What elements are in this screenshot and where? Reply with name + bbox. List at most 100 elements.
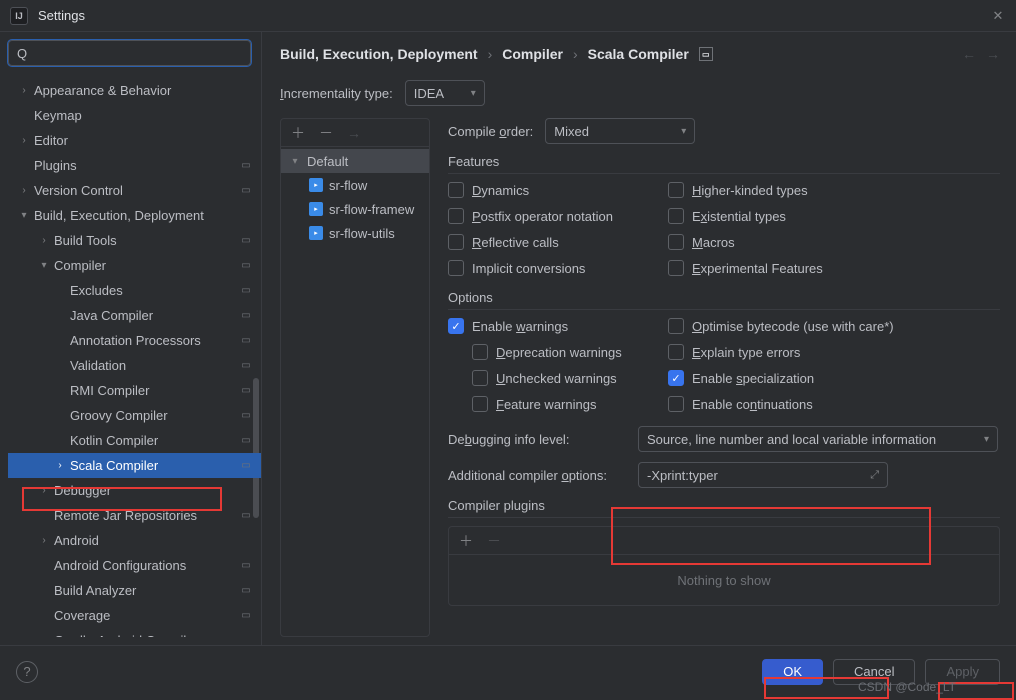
dynamics-checkbox[interactable]: Dynamics xyxy=(448,182,638,198)
existential-checkbox[interactable]: Existential types xyxy=(668,208,1000,224)
enable-warnings-checkbox[interactable]: ✓Enable warnings xyxy=(448,318,638,334)
debugging-value: Source, line number and local variable i… xyxy=(647,432,936,447)
sidebar-item-keymap[interactable]: Keymap xyxy=(8,103,261,128)
chevron-right-icon: › xyxy=(18,135,30,146)
chevron-down-icon: ▾ xyxy=(984,434,989,445)
chevron-down-icon: ▾ xyxy=(471,88,476,99)
compile-order-select[interactable]: Mixed ▾ xyxy=(545,118,695,144)
profile-item[interactable]: ▸sr-flow xyxy=(281,173,429,197)
sidebar-item-appearance-behavior[interactable]: ›Appearance & Behavior xyxy=(8,78,261,103)
search-input[interactable] xyxy=(33,46,242,61)
move-icon[interactable]: → xyxy=(347,125,361,141)
incrementality-select[interactable]: IDEA ▾ xyxy=(405,80,485,106)
sidebar-item-android[interactable]: ›Android xyxy=(8,528,261,553)
window-title: Settings xyxy=(38,8,85,23)
sidebar-item-label: Android Configurations xyxy=(54,558,186,573)
sidebar-item-kotlin-compiler[interactable]: Kotlin Compiler▭ xyxy=(8,428,261,453)
experimental-checkbox[interactable]: Experimental Features xyxy=(668,260,1000,276)
sidebar-item-scala-compiler[interactable]: ›Scala Compiler▭ xyxy=(8,453,261,478)
profile-item[interactable]: ▸sr-flow-utils xyxy=(281,221,429,245)
profile-label: sr-flow xyxy=(329,178,367,193)
implicit-checkbox[interactable]: Implicit conversions xyxy=(448,260,638,276)
sidebar-item-validation[interactable]: Validation▭ xyxy=(8,353,261,378)
sidebar-item-label: Debugger xyxy=(54,483,111,498)
sidebar-item-groovy-compiler[interactable]: Groovy Compiler▭ xyxy=(8,403,261,428)
add-icon[interactable]: ＋ xyxy=(291,123,305,143)
close-icon[interactable]: ✕ xyxy=(990,8,1006,24)
sidebar-item-label: Annotation Processors xyxy=(70,333,201,348)
remove-icon[interactable]: － xyxy=(319,123,333,143)
unchecked-checkbox[interactable]: Unchecked warnings xyxy=(448,370,638,386)
chevron-right-icon: › xyxy=(38,235,50,246)
module-icon: ▸ xyxy=(309,226,323,240)
project-scope-icon: ▭ xyxy=(239,359,253,373)
sidebar-item-version-control[interactable]: ›Version Control▭ xyxy=(8,178,261,203)
search-input-wrap[interactable]: Q xyxy=(8,40,251,66)
postfix-checkbox[interactable]: Postfix operator notation xyxy=(448,208,638,224)
project-scope-icon: ▭ xyxy=(239,259,253,273)
sidebar-item-build-analyzer[interactable]: Build Analyzer▭ xyxy=(8,578,261,603)
sidebar-item-rmi-compiler[interactable]: RMI Compiler▭ xyxy=(8,378,261,403)
explain-checkbox[interactable]: Explain type errors xyxy=(668,344,1000,360)
project-scope-icon: ▭ xyxy=(239,409,253,423)
expand-icon[interactable]: ⤢ xyxy=(870,469,879,482)
project-scope-icon: ▭ xyxy=(699,47,713,61)
sidebar-item-annotation-processors[interactable]: Annotation Processors ▭ xyxy=(8,328,261,353)
chevron-down-icon: ▾ xyxy=(681,126,686,137)
additional-options-input[interactable]: -Xprint:typer ⤢ xyxy=(638,462,888,488)
debugging-label: Debugging info level: xyxy=(448,432,620,447)
chevron-down-icon: ▾ xyxy=(289,156,301,167)
bc-seg-2: Compiler xyxy=(502,46,563,62)
specialization-checkbox[interactable]: ✓Enable specialization xyxy=(668,370,1000,386)
sidebar-item-excludes[interactable]: Excludes▭ xyxy=(8,278,261,303)
plugins-heading: Compiler plugins xyxy=(448,498,1000,518)
compile-order-label: Compile order: xyxy=(448,124,533,139)
main-panel: Build, Execution, Deployment › Compiler … xyxy=(262,32,1016,645)
project-scope-icon: ▭ xyxy=(239,334,253,348)
reflective-checkbox[interactable]: Reflective calls xyxy=(448,234,638,250)
chevron-right-icon: › xyxy=(38,485,50,496)
deprecation-checkbox[interactable]: Deprecation warnings xyxy=(448,344,638,360)
chevron-right-icon: › xyxy=(54,460,66,471)
debugging-select[interactable]: Source, line number and local variable i… xyxy=(638,426,998,452)
sidebar-item-label: Plugins xyxy=(34,158,77,173)
nav-forward-icon[interactable]: → xyxy=(986,46,1000,62)
sidebar-item-compiler[interactable]: ▾Compiler▭ xyxy=(8,253,261,278)
content: Q ›Appearance & BehaviorKeymap›EditorPlu… xyxy=(0,32,1016,645)
ok-button[interactable]: OK xyxy=(762,659,823,685)
sidebar-item-android-configurations[interactable]: Android Configurations▭ xyxy=(8,553,261,578)
remove-plugin-icon[interactable]: － xyxy=(487,531,501,551)
sidebar-item-build-tools[interactable]: ›Build Tools▭ xyxy=(8,228,261,253)
sidebar-item-build-execution-deployment[interactable]: ▾Build, Execution, Deployment xyxy=(8,203,261,228)
sidebar-item-label: Android xyxy=(54,533,99,548)
breadcrumb: Build, Execution, Deployment › Compiler … xyxy=(280,46,1000,62)
sidebar-item-label: Editor xyxy=(34,133,68,148)
sidebar-item-java-compiler[interactable]: Java Compiler▭ xyxy=(8,303,261,328)
add-plugin-icon[interactable]: ＋ xyxy=(459,531,473,551)
sidebar-item-gradle-android-compiler[interactable]: Gradle-Android Compiler▭ xyxy=(8,628,261,637)
project-scope-icon: ▭ xyxy=(239,159,253,173)
features-heading: Features xyxy=(448,154,1000,174)
sidebar-item-coverage[interactable]: Coverage▭ xyxy=(8,603,261,628)
profile-item[interactable]: ▸sr-flow-framew xyxy=(281,197,429,221)
sidebar-item-label: Compiler xyxy=(54,258,106,273)
plugins-empty: Nothing to show xyxy=(449,555,999,605)
profile-default[interactable]: ▾ Default xyxy=(281,149,429,173)
sidebar-item-debugger[interactable]: › Debugger xyxy=(8,478,261,503)
optimise-checkbox[interactable]: Optimise bytecode (use with care*) xyxy=(668,318,1000,334)
project-scope-icon: ▭ xyxy=(239,184,253,198)
macros-checkbox[interactable]: Macros xyxy=(668,234,1000,250)
nav-back-icon[interactable]: ← xyxy=(962,46,976,62)
continuations-checkbox[interactable]: Enable continuations xyxy=(668,396,1000,412)
sidebar-item-label: Build, Execution, Deployment xyxy=(34,208,204,223)
project-scope-icon: ▭ xyxy=(239,284,253,298)
sidebar-item-editor[interactable]: › Editor xyxy=(8,128,261,153)
chevron-right-icon: › xyxy=(488,46,493,62)
higher-kinded-checkbox[interactable]: Higher-kinded types xyxy=(668,182,1000,198)
sidebar-item-remote-jar-repositories[interactable]: Remote Jar Repositories▭ xyxy=(8,503,261,528)
sidebar-item-label: Kotlin Compiler xyxy=(70,433,158,448)
feature-warnings-checkbox[interactable]: Feature warnings xyxy=(448,396,638,412)
help-icon[interactable]: ? xyxy=(16,661,38,683)
sidebar-item-label: Appearance & Behavior xyxy=(34,83,171,98)
sidebar-item-plugins[interactable]: Plugins ▭ xyxy=(8,153,261,178)
